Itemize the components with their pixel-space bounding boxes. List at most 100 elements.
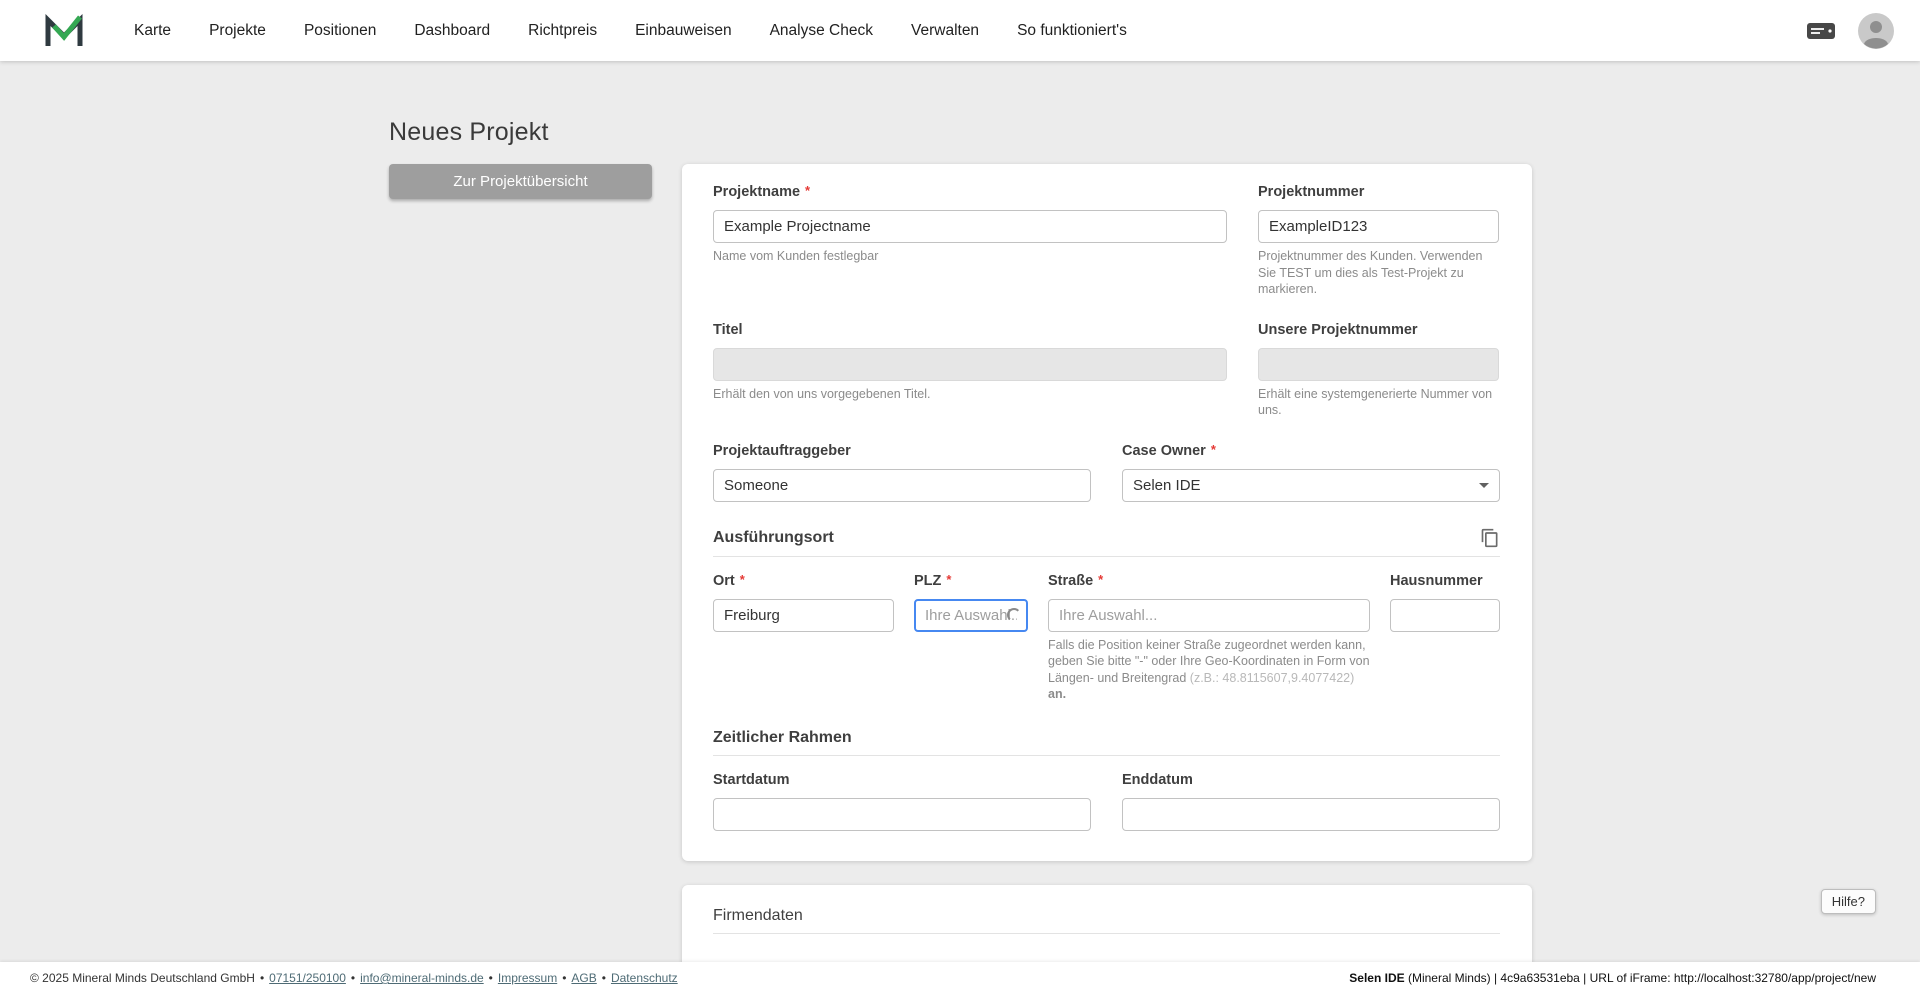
agb-link[interactable]: AGB [571, 971, 596, 985]
startdatum-input[interactable] [713, 797, 1091, 831]
enddatum-label: Enddatum [1122, 771, 1193, 788]
projektname-helper: Name vom Kunden festlegbar [713, 249, 879, 263]
session-user: Selen IDE [1349, 971, 1405, 985]
ort-field: Ort * [713, 571, 894, 703]
projektauftraggeber-label: Projektauftraggeber [713, 442, 851, 459]
left-column: Zur Projektübersicht [389, 164, 652, 199]
session-details: (Mineral Minds) | 4c9a63531eba | URL of … [1404, 971, 1876, 985]
zeitlicher-rahmen-heading: Zeitlicher Rahmen [713, 728, 852, 746]
app-logo[interactable] [44, 12, 86, 50]
hausnummer-input[interactable] [1390, 598, 1500, 632]
form-row-dates: Startdatum Enddatum [713, 772, 1500, 831]
unsere-projektnummer-helper: Erhält eine systemgenerierte Nummer von … [1258, 386, 1493, 418]
firmendaten-section-header: Firmendaten [713, 907, 1500, 925]
footer-separator: • [601, 971, 606, 985]
footer-separator: • [488, 971, 493, 985]
nav-item-verwalten[interactable]: Verwalten [911, 22, 979, 40]
logo-icon [45, 13, 83, 46]
enddatum-field: Enddatum [1122, 772, 1500, 831]
nav-items: Karte Projekte Positionen Dashboard Rich… [134, 22, 1806, 40]
ort-label: Ort [713, 572, 735, 589]
strasse-field: Straße * Falls die Position keiner Straß… [1048, 571, 1370, 703]
startdatum-label: Startdatum [713, 771, 790, 788]
projektnummer-input[interactable] [1258, 210, 1499, 243]
nav-item-einbauweisen[interactable]: Einbauweisen [635, 22, 732, 40]
required-asterisk: * [1098, 571, 1104, 587]
form-row-address: Ort * PLZ * [713, 571, 1500, 703]
avatar[interactable] [1858, 12, 1894, 49]
plz-field: PLZ * [914, 571, 1028, 703]
titel-input [713, 347, 1227, 381]
plz-label: PLZ [914, 572, 942, 589]
strasse-helper: Falls die Position keiner Straße zugeord… [1048, 637, 1370, 702]
hausnummer-field: Hausnummer [1390, 573, 1500, 703]
email-link[interactable]: info@mineral-minds.de [360, 971, 484, 985]
section-divider [713, 555, 1500, 557]
nav-item-dashboard[interactable]: Dashboard [414, 22, 490, 40]
nav-item-projekte[interactable]: Projekte [209, 22, 266, 40]
projektauftraggeber-field: Projektauftraggeber [713, 443, 1091, 502]
footer-separator: • [259, 971, 265, 985]
datenschutz-link[interactable]: Datenschutz [611, 971, 678, 985]
unsere-projektnummer-field: Unsere Projektnummer Erhält eine systemg… [1258, 322, 1499, 419]
form-row-auftraggeber-owner: Projektauftraggeber Case Owner * Selen I… [713, 441, 1500, 502]
case-owner-value: Selen IDE [1133, 476, 1201, 494]
phone-link[interactable]: 07151/250100 [269, 971, 346, 985]
help-button[interactable]: Hilfe? [1820, 889, 1876, 914]
case-owner-select[interactable]: Selen IDE [1122, 468, 1500, 502]
projektname-input[interactable] [713, 210, 1227, 243]
loading-spinner-icon [1007, 607, 1021, 622]
footer-separator: • [350, 971, 356, 985]
form-row-titel-unsere: Titel Erhält den von uns vorgegebenen Ti… [713, 322, 1500, 419]
page-title: Neues Projekt [389, 118, 549, 146]
navbar-right [1806, 12, 1894, 49]
titel-field: Titel Erhält den von uns vorgegebenen Ti… [713, 322, 1227, 419]
impressum-link[interactable]: Impressum [498, 971, 557, 985]
firmendaten-heading: Firmendaten [713, 906, 803, 924]
page-content: Neues Projekt Zur Projektübersicht Proje… [389, 61, 1532, 994]
titel-label: Titel [713, 321, 743, 338]
required-asterisk: * [1210, 441, 1216, 457]
startdatum-field: Startdatum [713, 772, 1091, 831]
main-content: Neues Projekt Zur Projektübersicht Proje… [0, 61, 1920, 994]
projektnummer-field: Projektnummer Projektnummer des Kunden. … [1258, 184, 1499, 298]
section-divider [713, 932, 1500, 934]
projektname-label: Projektname [713, 184, 801, 200]
copyright-text: © 2025 Mineral Minds Deutschland GmbH [30, 971, 255, 985]
zeitlicher-rahmen-section-header: Zeitlicher Rahmen [713, 729, 1500, 747]
required-asterisk: * [739, 571, 745, 587]
footer: © 2025 Mineral Minds Deutschland GmbH • … [0, 962, 1920, 994]
titel-helper: Erhält den von uns vorgegebenen Titel. [713, 386, 931, 401]
projektauftraggeber-input[interactable] [713, 468, 1091, 502]
case-owner-label: Case Owner [1122, 442, 1206, 459]
nav-item-richtpreis[interactable]: Richtpreis [528, 22, 597, 40]
top-navbar: Karte Projekte Positionen Dashboard Rich… [0, 0, 1920, 61]
session-info: Selen IDE (Mineral Minds) | 4c9a63531eba… [1349, 971, 1876, 985]
required-asterisk: * [805, 183, 811, 198]
footer-left: © 2025 Mineral Minds Deutschland GmbH • … [30, 971, 678, 985]
projektname-field: Projektname * Name vom Kunden festlegbar [713, 183, 1227, 298]
hausnummer-label: Hausnummer [1390, 572, 1483, 589]
unsere-projektnummer-label: Unsere Projektnummer [1258, 321, 1418, 338]
footer-separator: • [562, 971, 567, 985]
enddatum-input[interactable] [1122, 797, 1500, 831]
server-icon[interactable] [1806, 20, 1836, 42]
form-column: Projektname * Name vom Kunden festlegbar… [682, 164, 1532, 994]
section-divider [713, 754, 1500, 756]
nav-item-karte[interactable]: Karte [134, 22, 171, 40]
back-to-projects-button[interactable]: Zur Projektübersicht [389, 164, 652, 199]
strasse-label: Straße [1048, 572, 1094, 589]
nav-item-so-funktionierts[interactable]: So funktioniert's [1017, 22, 1127, 40]
ausfuehrungsort-heading: Ausführungsort [713, 528, 834, 546]
ausfuehrungsort-section-header: Ausführungsort [713, 528, 1500, 548]
project-form-card: Projektname * Name vom Kunden festlegbar… [682, 164, 1532, 861]
ort-input[interactable] [713, 598, 894, 632]
required-asterisk: * [946, 571, 952, 587]
copy-icon[interactable] [1480, 528, 1500, 548]
unsere-projektnummer-input [1258, 347, 1499, 381]
strasse-input[interactable] [1048, 598, 1370, 632]
form-row-name-number: Projektname * Name vom Kunden festlegbar… [713, 183, 1500, 298]
nav-item-analyse-check[interactable]: Analyse Check [770, 22, 873, 40]
nav-item-positionen[interactable]: Positionen [304, 22, 376, 40]
chevron-down-icon [1479, 482, 1489, 488]
